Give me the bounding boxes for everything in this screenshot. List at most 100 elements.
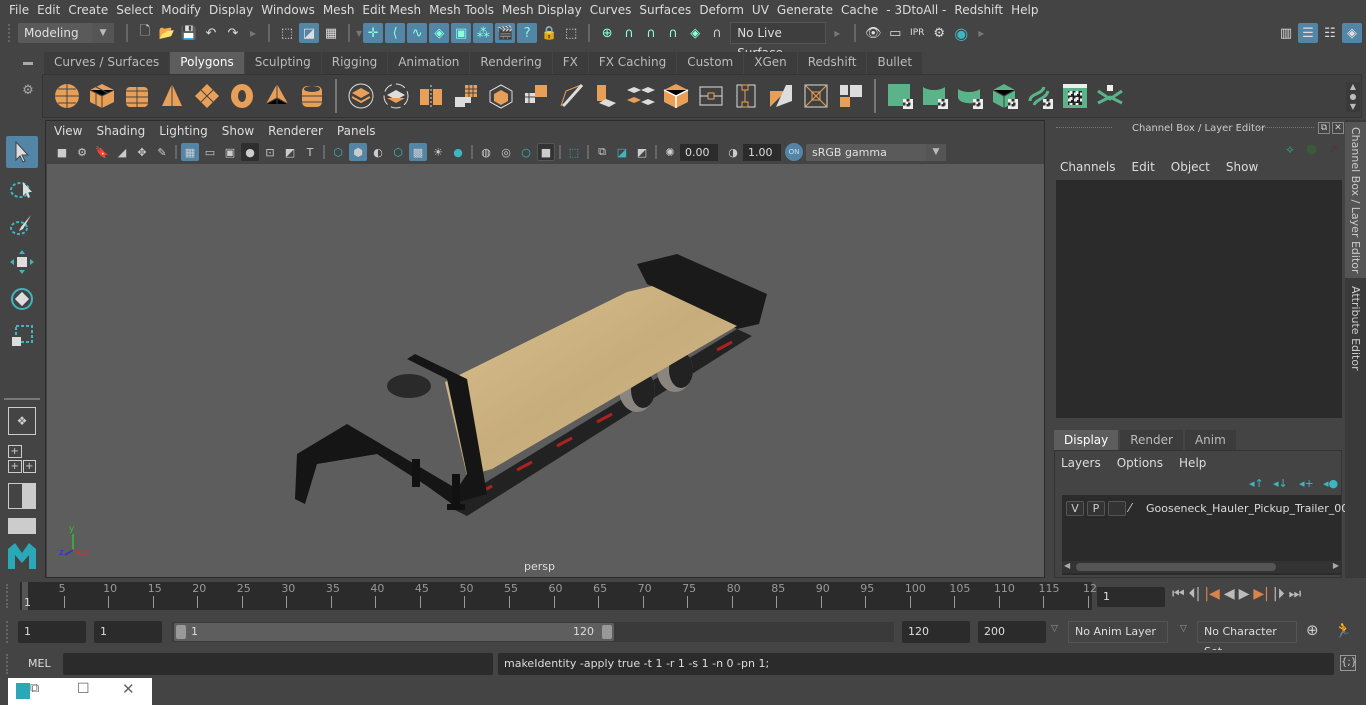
screen-space-ao-icon[interactable]: ◍ (477, 143, 495, 161)
time-slider-track[interactable]: 1 5 10 15 20 25 30 35 40 45 50 55 60 65 70 75 80 85 90 95 1… (20, 582, 1097, 610)
select-surface-icon[interactable]: ◈ (429, 23, 450, 43)
lock-icon[interactable]: 🔒 (539, 23, 559, 43)
step-back-frame-icon[interactable]: ⏴| (1189, 586, 1201, 602)
collapse-arrow-icon[interactable]: ▸ (834, 26, 840, 40)
snap-point-icon[interactable]: ∩ (641, 23, 661, 43)
layer-tab-anim[interactable]: Anim (1184, 430, 1236, 451)
fill-hole-icon[interactable] (836, 81, 866, 111)
new-layer-icon[interactable]: ◂+ (1299, 477, 1314, 490)
wireframe-icon[interactable]: ⬡ (329, 143, 347, 161)
shelf-tab-fx-caching[interactable]: FX Caching (588, 52, 678, 74)
collapse-arrow-icon[interactable]: ▸ (978, 26, 984, 40)
render-settings-icon[interactable]: ⚙ (929, 23, 949, 43)
four-view-layout-icon[interactable]: + + + (8, 445, 36, 473)
3d-viewport-persp[interactable]: y x z persp (47, 164, 1044, 577)
layer-row[interactable]: V P ⁄ Gooseneck_Hauler_Pickup_Trailer_00 (1066, 501, 1348, 516)
scale-tool-icon[interactable] (6, 320, 38, 352)
insert-edge-loop-icon[interactable] (696, 81, 726, 111)
select-joint-icon[interactable]: ⟨ (385, 23, 406, 43)
select-tool-icon[interactable] (6, 136, 38, 168)
select-by-component-icon[interactable]: ▦ (321, 23, 341, 43)
character-set-dropdown[interactable]: No Character Set (1197, 621, 1297, 658)
scrollbar-thumb[interactable] (1076, 563, 1276, 571)
tab-channel-box[interactable]: Channel Box / Layer Editor (1345, 122, 1366, 278)
layer-menu-options[interactable]: Options (1117, 456, 1163, 470)
xray-active-components-icon[interactable]: ◪ (613, 143, 631, 161)
menu-generate[interactable]: Generate (777, 3, 833, 17)
layer-display-type-toggle[interactable] (1108, 501, 1126, 516)
start-time-field[interactable]: 1 (18, 621, 86, 643)
poly-cube-icon[interactable] (87, 81, 117, 111)
menu-help[interactable]: Help (1011, 3, 1038, 17)
shelf-scroll[interactable]: ▲ ● ▼ (1346, 82, 1360, 112)
combine-icon[interactable] (346, 81, 376, 111)
layer-playback-toggle[interactable]: P (1087, 501, 1105, 516)
automatic-uv-icon[interactable] (990, 81, 1020, 111)
menu-create[interactable]: Create (68, 3, 108, 17)
persp-graph-layout-icon[interactable] (8, 518, 36, 534)
paint-select-tool-icon[interactable] (6, 209, 38, 241)
close-icon[interactable]: ✕ (1332, 122, 1344, 134)
auto-key-icon[interactable]: ⊕ (1306, 621, 1319, 639)
float-panel-icon[interactable]: ⧉ (1318, 122, 1330, 134)
cylindrical-uv-icon[interactable] (920, 81, 950, 111)
render-view-icon[interactable]: 👁 (863, 23, 883, 43)
wireframe-on-shaded-icon[interactable]: ⬡ (389, 143, 407, 161)
film-gate-icon[interactable]: ▭ (201, 143, 219, 161)
exposure-icon[interactable]: ✺ (661, 143, 679, 161)
step-forward-frame-icon[interactable]: |⏵ (1273, 586, 1285, 602)
live-surface-field[interactable]: No Live Surface (730, 22, 827, 60)
menu-3dtoall[interactable]: - 3DtoAll - (886, 3, 946, 17)
animation-preferences-icon[interactable]: 🏃 (1334, 621, 1353, 639)
new-layer-selected-icon[interactable]: ◂● (1323, 477, 1338, 490)
cut-uv-icon[interactable] (1095, 81, 1125, 111)
new-scene-icon[interactable]: 🗋 (135, 23, 155, 43)
end-time-field[interactable]: 200 (978, 621, 1046, 643)
merge-icon[interactable] (801, 81, 831, 111)
snap-view-plane-icon[interactable]: ∩ (663, 23, 683, 43)
poly-torus-icon[interactable] (227, 81, 257, 111)
chevron-down-icon[interactable]: ▽ (1180, 624, 1187, 634)
exposure-field[interactable]: 0.00 (680, 143, 718, 161)
undo-icon[interactable]: ↶ (201, 23, 221, 43)
shelf-tab-animation[interactable]: Animation (388, 52, 471, 74)
spherical-uv-icon[interactable] (955, 81, 985, 111)
remesh-icon[interactable] (486, 81, 516, 111)
shelf-tab-custom[interactable]: Custom (677, 52, 745, 74)
tool-settings-icon[interactable]: ☷ (1320, 23, 1340, 43)
xray-icon[interactable]: ⧉ (593, 143, 611, 161)
layer-tab-display[interactable]: Display (1054, 430, 1119, 451)
save-scene-icon[interactable]: 💾 (179, 23, 199, 43)
redo-icon[interactable]: ↷ (223, 23, 243, 43)
script-language-toggle[interactable]: MEL (28, 657, 51, 670)
poly-pipe-icon[interactable] (297, 81, 327, 111)
snap-magnet-icon[interactable]: ∩ (707, 23, 727, 43)
shelf-tab-bullet[interactable]: Bullet (867, 52, 924, 74)
xray-joints-icon[interactable]: ◩ (633, 143, 651, 161)
go-to-start-icon[interactable]: ⏮ (1172, 586, 1185, 602)
trailer-model[interactable] (47, 164, 1044, 577)
poly-cone-icon[interactable] (157, 81, 187, 111)
attribute-editor-toggle-icon[interactable]: ☰ (1298, 23, 1318, 43)
poly-plane-icon[interactable] (192, 81, 222, 111)
bevel-icon[interactable] (661, 81, 691, 111)
bridge-icon[interactable] (626, 81, 656, 111)
gate-mask-icon[interactable]: ● (241, 143, 259, 161)
lasso-tool-icon[interactable] (6, 173, 38, 205)
snap-live-icon[interactable]: ◈ (685, 23, 705, 43)
shelf-tab-fx[interactable]: FX (552, 52, 589, 74)
step-forward-key-icon[interactable]: ▶| (1253, 586, 1268, 602)
safe-title-icon[interactable]: T (301, 143, 319, 161)
menu-mesh-display[interactable]: Mesh Display (502, 3, 582, 17)
layer-tab-render[interactable]: Render (1120, 430, 1183, 451)
tab-attribute-editor[interactable]: Attribute Editor (1345, 282, 1366, 374)
shadows-icon[interactable]: ● (449, 143, 467, 161)
select-deformation-icon[interactable]: ▣ (451, 23, 472, 43)
shelf-tab-rendering[interactable]: Rendering (470, 52, 553, 74)
current-frame-field[interactable]: 1 (1097, 587, 1165, 607)
scroll-right-icon[interactable]: ▶ (1333, 561, 1339, 570)
maximize-icon[interactable]: ☐ (77, 681, 90, 697)
unfold-uv-icon[interactable] (1025, 81, 1055, 111)
channel-box-menu-object[interactable]: Object (1171, 160, 1210, 174)
shelf-tab-sculpting[interactable]: Sculpting (244, 52, 322, 74)
